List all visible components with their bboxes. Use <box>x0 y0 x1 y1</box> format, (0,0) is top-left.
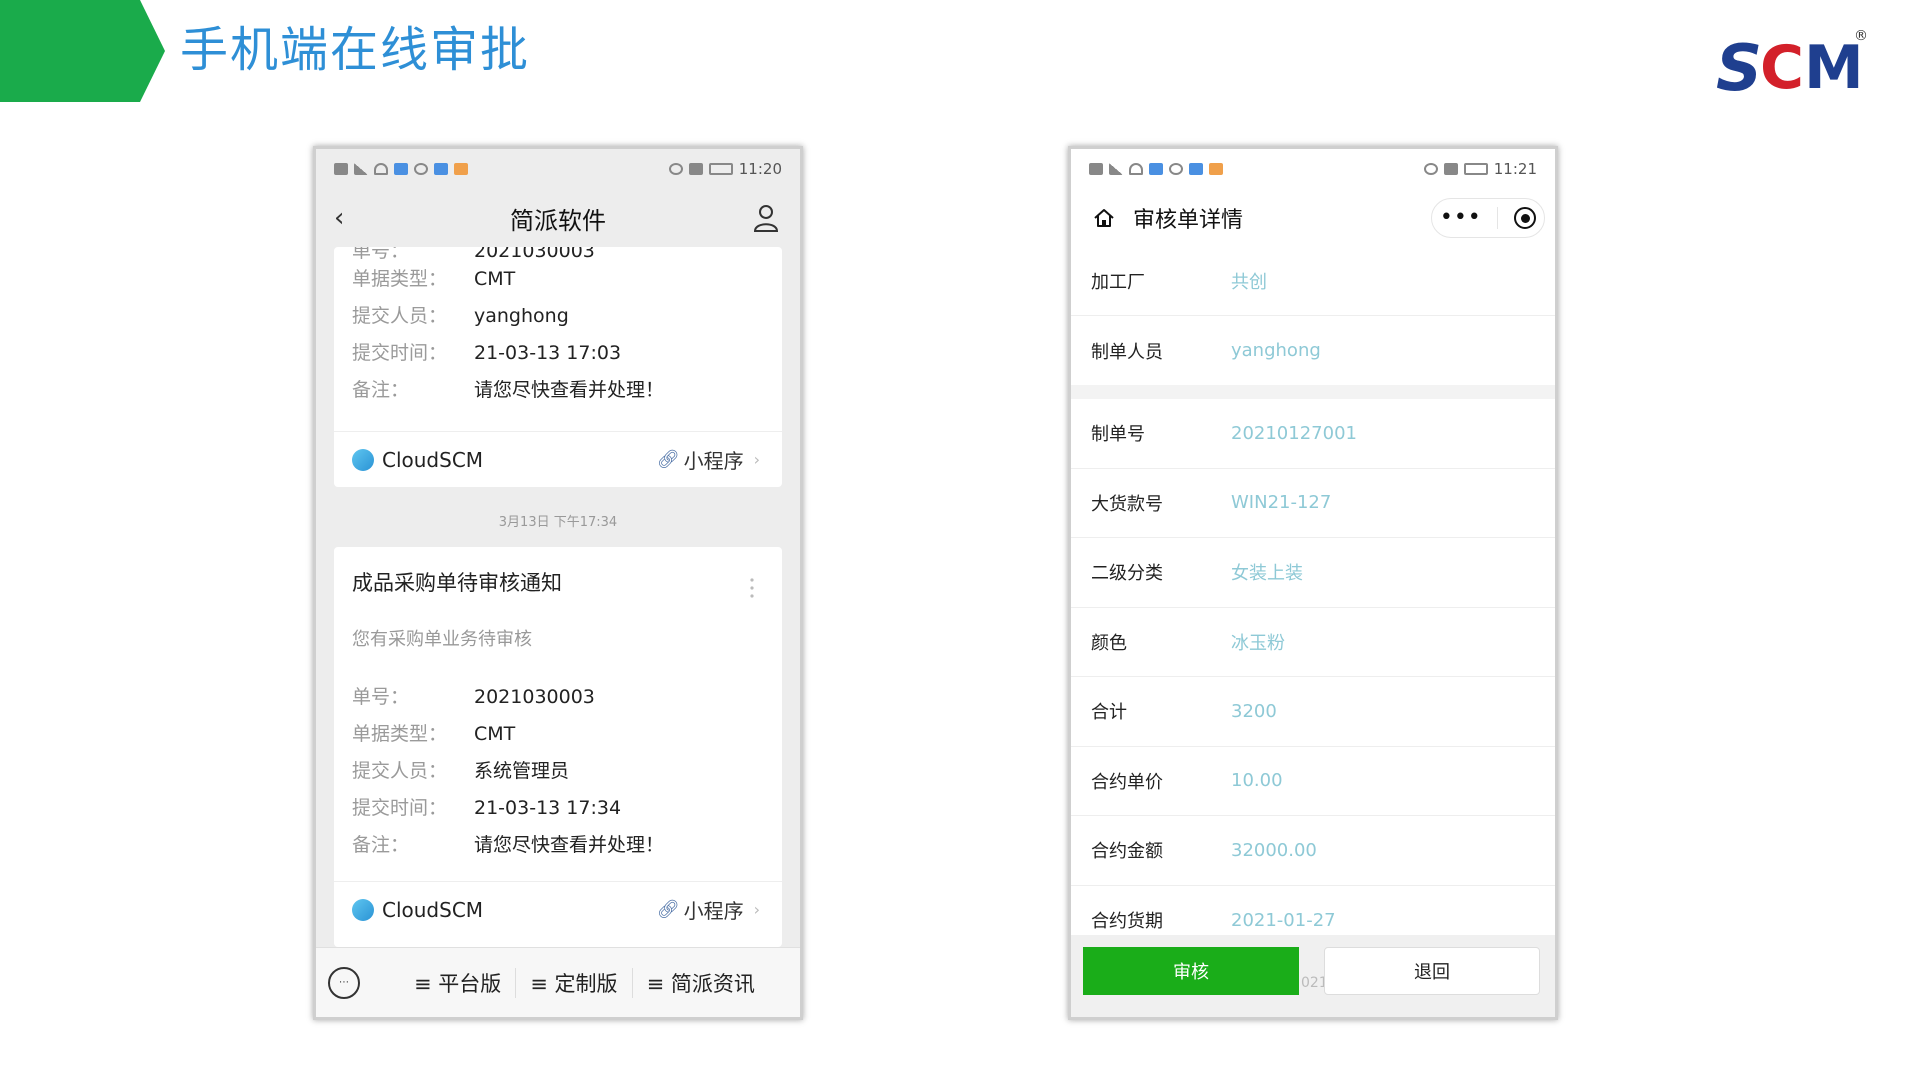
more-vertical-icon[interactable] <box>750 577 754 599</box>
card-row-submit-time: 提交时间： 21-03-13 17:03 <box>352 342 622 364</box>
app-notification-icon <box>454 163 468 175</box>
more-horizontal-icon[interactable]: ••• <box>1440 207 1482 229</box>
alarm-icon <box>1423 163 1438 175</box>
card-row-order-no: 单号： 2021030003 <box>352 247 595 262</box>
detail-row-order-no: 制单号 20210127001 <box>1071 399 1555 469</box>
return-button[interactable]: 退回 <box>1324 947 1540 995</box>
detail-row-unit-price: 合约单价 10.00 <box>1071 747 1555 816</box>
status-time: 11:21 <box>1493 160 1537 178</box>
status-time: 11:20 <box>738 160 782 178</box>
cloudscm-app-icon <box>352 448 374 471</box>
app-notification-icon <box>1189 163 1203 175</box>
card-footer[interactable]: CloudSCM 🔗︎ 小程序 › <box>334 881 782 937</box>
mini-program-capsule: ••• <box>1431 198 1545 238</box>
hd-icon <box>1089 163 1103 175</box>
detail-row-style-no: 大货款号 WIN21-127 <box>1071 469 1555 538</box>
detail-row-category: 二级分类 女装上装 <box>1071 538 1555 608</box>
wifi-icon <box>374 163 388 175</box>
battery-icon <box>1463 163 1488 175</box>
link-icon: 🔗︎ <box>656 449 680 470</box>
phone-approval-detail: 11:21 审核单详情 ••• 加工厂 共创 制单人员 yanghong 制单号… <box>1068 146 1558 1020</box>
detail-row-color: 颜色 冰玉粉 <box>1071 608 1555 677</box>
app-notification-icon <box>1209 163 1223 175</box>
mini-program-nav-bar: 审核单详情 ••• <box>1071 189 1555 247</box>
menu-item-platform[interactable]: ≡ 平台版 <box>400 967 517 998</box>
close-miniprogram-icon[interactable] <box>1514 207 1537 229</box>
battery-icon <box>708 163 733 175</box>
status-bar: 11:21 <box>1071 149 1555 189</box>
official-account-menu: ⋯ ≡ 平台版 ≡ 定制版 ≡ 简派资讯 <box>316 947 800 1017</box>
menu-item-news[interactable]: ≡ 简派资讯 <box>633 968 769 998</box>
detail-row-factory: 加工厂 共创 <box>1071 247 1555 316</box>
slide: 手机端在线审批 S C M ® 11:20 ‹ 简派软件 单号： 2021030… <box>0 0 1920 1080</box>
logo-registered: ® <box>1854 28 1868 44</box>
app-name: CloudSCM <box>382 897 484 922</box>
phone-wechat-chat: 11:20 ‹ 简派软件 单号： 2021030003 单据类型： CMT 提交… <box>313 146 803 1020</box>
detail-row-creator: 制单人员 yanghong <box>1091 340 1321 363</box>
mini-program-link[interactable]: 🔗︎ 小程序 › <box>657 445 760 474</box>
signal-icon <box>1109 163 1123 175</box>
logo-s: S <box>1716 32 1762 102</box>
card-row-doc-type: 单据类型： CMT <box>352 268 516 290</box>
action-bar: 021 审核 退回 <box>1071 935 1555 1017</box>
detail-row-total: 合计 3200 <box>1071 677 1555 747</box>
wifi-icon <box>1129 163 1143 175</box>
status-bar: 11:20 <box>316 149 800 189</box>
link-icon: 🔗︎ <box>656 899 680 920</box>
chat-title: 简派软件 <box>510 206 606 235</box>
card-row-order-no: 单号： 2021030003 <box>352 686 595 708</box>
card-row-remark: 备注： 请您尽快查看并处理！ <box>352 834 665 856</box>
card-row-submitter: 提交人员： 系统管理员 <box>352 760 570 782</box>
mini-program-link[interactable]: 🔗︎ 小程序 › <box>657 895 760 924</box>
cloudscm-app-icon <box>352 898 374 921</box>
vibrate-icon <box>688 163 703 175</box>
back-arrow-icon[interactable]: ‹ <box>334 204 344 232</box>
approve-button[interactable]: 审核 <box>1083 947 1299 995</box>
chevron-right-icon: › <box>753 900 760 919</box>
home-icon[interactable] <box>1093 207 1115 229</box>
card-row-doc-type: 单据类型： CMT <box>352 723 516 745</box>
app-notification-icon <box>434 163 448 175</box>
menu-item-custom[interactable]: ≡ 定制版 <box>516 967 633 998</box>
detail-row-amount: 合约金额 32000.00 <box>1071 816 1555 886</box>
chat-nav-bar: ‹ 简派软件 <box>316 189 800 247</box>
app-notification-icon <box>394 163 408 175</box>
detail-section-basic: 加工厂 共创 制单人员 yanghong <box>1071 247 1555 385</box>
app-notification-icon <box>1149 163 1163 175</box>
alarm-icon <box>668 163 683 175</box>
page-title: 审核单详情 <box>1133 208 1244 233</box>
card-description: 您有采购单业务待审核 <box>352 629 532 650</box>
title-arrow-shape <box>0 0 165 102</box>
location-icon <box>1169 163 1183 175</box>
message-card-1[interactable]: 单号： 2021030003 单据类型： CMT 提交人员： yanghong … <box>334 247 782 487</box>
logo-c: C <box>1760 33 1804 102</box>
card-footer[interactable]: CloudSCM 🔗︎ 小程序 › <box>334 431 782 487</box>
detail-section-order: 制单号 20210127001 大货款号 WIN21-127 二级分类 女装上装… <box>1071 399 1555 941</box>
scm-logo: S C M ® <box>1716 28 1868 102</box>
app-name: CloudSCM <box>382 447 484 472</box>
user-profile-icon[interactable] <box>752 203 780 233</box>
chevron-right-icon: › <box>753 450 760 469</box>
vibrate-icon <box>1443 163 1458 175</box>
signal-icon <box>354 163 368 175</box>
message-card-2[interactable]: 成品采购单待审核通知 您有采购单业务待审核 单号： 2021030003 单据类… <box>334 547 782 947</box>
card-row-submit-time: 提交时间： 21-03-13 17:34 <box>352 797 622 819</box>
location-icon <box>414 163 428 175</box>
hd-icon <box>334 163 348 175</box>
slide-title: 手机端在线审批 <box>180 22 531 78</box>
card-title: 成品采购单待审核通知 <box>352 571 562 595</box>
card-row-submitter: 提交人员： yanghong <box>352 305 569 327</box>
message-timestamp: 3月13日 下午17:34 <box>498 515 618 530</box>
card-row-remark: 备注： 请您尽快查看并处理！ <box>352 379 665 401</box>
keyboard-icon[interactable]: ⋯ <box>328 966 360 999</box>
